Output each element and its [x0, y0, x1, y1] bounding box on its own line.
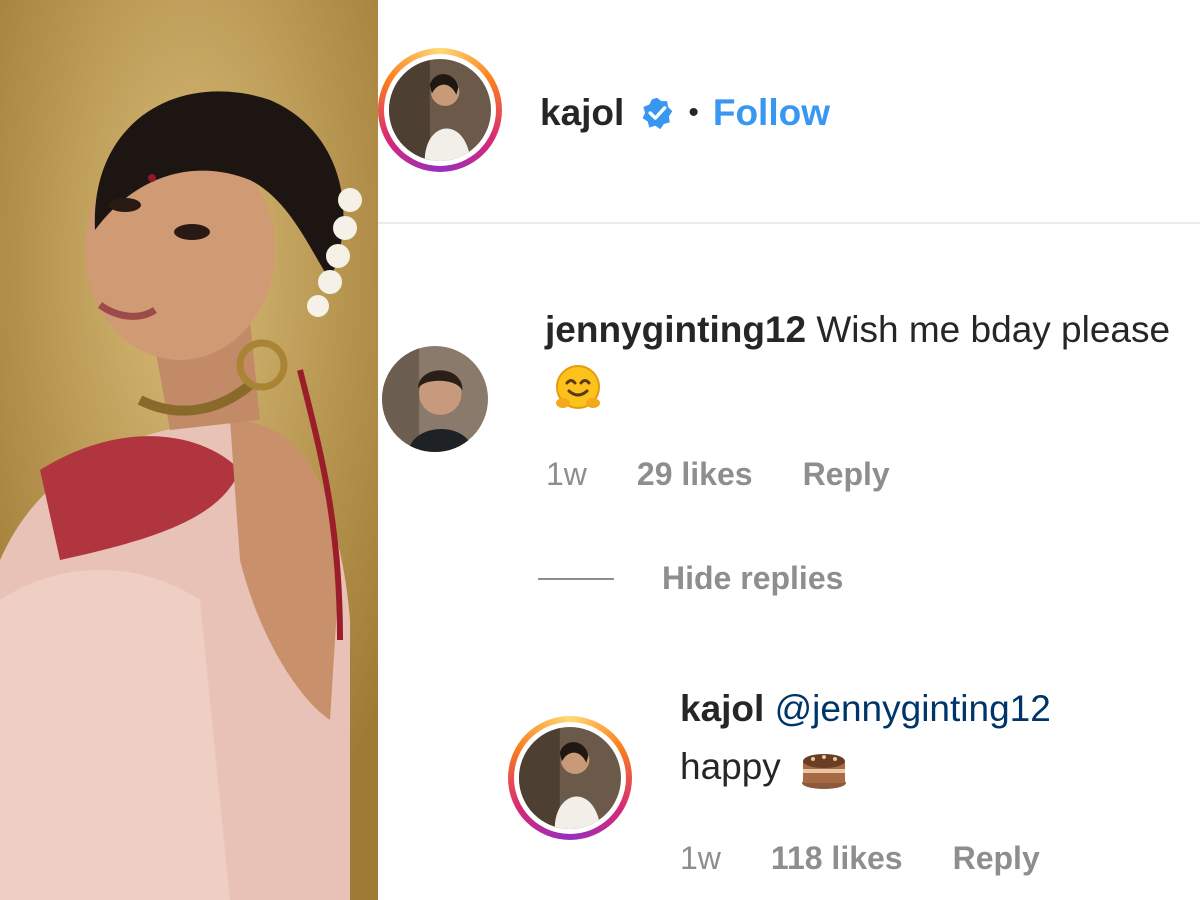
hide-replies-button[interactable]: Hide replies	[538, 560, 843, 597]
hide-replies-label: Hide replies	[662, 560, 844, 596]
hugging-face-icon	[556, 365, 600, 410]
avatar-image	[382, 346, 488, 452]
reply-time: 1w	[680, 840, 721, 876]
reply-meta: 1w 118 likes Reply	[680, 840, 1090, 877]
avatar-image	[519, 727, 621, 829]
comment-time: 1w	[546, 456, 587, 492]
comment-meta: 1w 29 likes Reply	[546, 456, 940, 493]
author-username[interactable]: kajol	[540, 92, 624, 134]
verified-badge-icon	[642, 97, 673, 130]
header-divider	[378, 222, 1200, 224]
post-header: kajol • Follow	[378, 0, 1200, 222]
reply-likes[interactable]: 118 likes	[771, 840, 903, 877]
avatar-image	[389, 59, 491, 161]
reply-username[interactable]: kajol	[680, 688, 764, 729]
commenter-username[interactable]: jennyginting12	[545, 309, 806, 350]
author-avatar[interactable]	[378, 48, 502, 172]
comment-likes[interactable]: 29 likes	[637, 456, 753, 493]
portrait-illustration	[0, 0, 378, 900]
hide-replies-line	[538, 577, 614, 580]
post-photo	[0, 0, 378, 900]
reply-reply-button[interactable]: Reply	[953, 840, 1040, 877]
cake-icon	[802, 754, 847, 790]
reply-mention[interactable]: @jennyginting12	[775, 688, 1051, 729]
reply-body: happy	[680, 746, 781, 787]
follow-button[interactable]: Follow	[713, 92, 830, 134]
reply-text: kajol @jennyginting12 happy	[680, 680, 1160, 796]
comments-panel: kajol • Follow jennyginting12 Wish me bd…	[378, 0, 1200, 900]
comment-reply-button[interactable]: Reply	[803, 456, 890, 493]
comment-body: Wish me bday please	[816, 309, 1171, 350]
comment-text: jennyginting12 Wish me bday please	[545, 302, 1175, 414]
separator-dot: •	[688, 96, 699, 129]
reply-author-avatar[interactable]	[508, 716, 632, 840]
commenter-avatar[interactable]	[382, 346, 488, 452]
